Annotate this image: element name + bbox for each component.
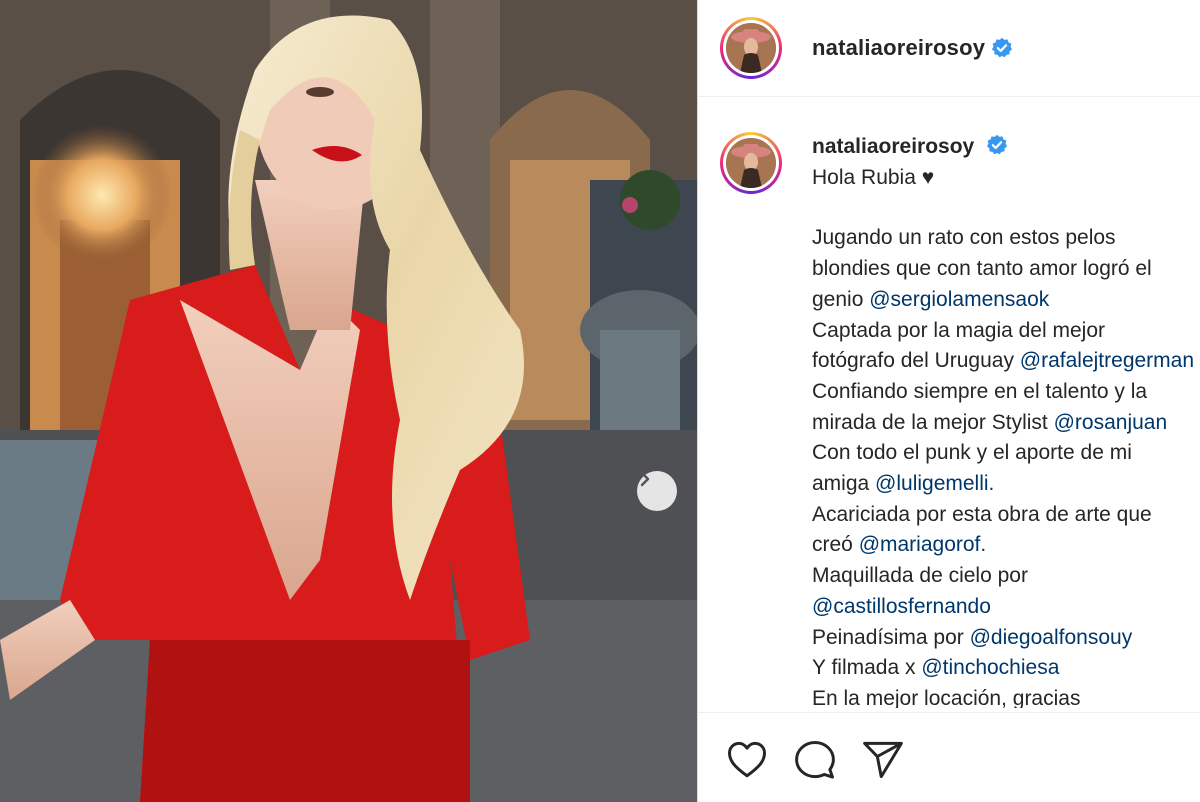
next-photo-button[interactable]: [637, 471, 677, 511]
avatar-image: [726, 23, 776, 73]
mention-link[interactable]: @luligemelli.: [875, 472, 994, 495]
comment-icon[interactable]: [794, 739, 836, 781]
caption-line: En la mejor locación, gracias: [812, 684, 1194, 708]
caption-line-text: Peinadísima por: [812, 625, 970, 649]
mention-link[interactable]: @rosanjuan: [1054, 411, 1168, 434]
username[interactable]: nataliaoreirosoy: [812, 35, 985, 61]
caption-username[interactable]: nataliaoreirosoy: [812, 135, 974, 158]
caption-line: Y filmada x @tinchochiesa: [812, 653, 1194, 684]
mention-link[interactable]: @tinchochiesa: [921, 656, 1059, 679]
verified-badge-icon: [992, 37, 1013, 58]
caption-line-text: creó: [812, 533, 859, 557]
caption-line-text: fotógrafo del Uruguay: [812, 349, 1020, 373]
caption-line-text: blondies que con tanto amor logró el: [812, 257, 1152, 281]
heart-icon[interactable]: [726, 739, 768, 781]
share-icon[interactable]: [862, 739, 904, 781]
caption-line-text: genio: [812, 287, 870, 311]
caption-line-text: Captada por la magia del mejor: [812, 318, 1105, 342]
caption-line-text: Con todo el punk y el aporte de mi: [812, 441, 1132, 465]
caption-line: creó @mariagorof.: [812, 530, 1194, 561]
caption-line-text: amiga: [812, 472, 876, 496]
caption-lines: Jugando un rato con estos pelos blondies …: [812, 223, 1194, 708]
caption-line-text: Y filmada x: [812, 656, 922, 680]
caption-line: amiga @luligemelli.: [812, 469, 1194, 500]
caption-line: Maquillada de cielo por: [812, 561, 1194, 592]
caption-greeting: Hola Rubia ♥: [812, 165, 935, 189]
mention-link[interactable]: @mariagorof.: [859, 533, 987, 556]
avatar[interactable]: [720, 17, 782, 79]
post-photo[interactable]: [0, 0, 697, 802]
mention-link[interactable]: @diegoalfonsouy: [970, 626, 1133, 649]
caption-line: blondies que con tanto amor logró el: [812, 254, 1194, 285]
caption-avatar[interactable]: [720, 132, 782, 194]
caption-line-text: Confiando siempre en el talento y la: [812, 379, 1148, 403]
mention-link[interactable]: @rafalejtregerman: [1020, 349, 1194, 372]
mention-link[interactable]: @sergiolamensaok: [869, 288, 1049, 311]
caption-line-text: Maquillada de cielo por: [812, 564, 1028, 588]
caption-line: Jugando un rato con estos pelos: [812, 223, 1194, 254]
mention-link[interactable]: @castillosfernando: [812, 595, 991, 618]
caption-avatar-image: [726, 138, 776, 188]
caption-line-text: Acariciada por esta obra de arte que: [812, 502, 1152, 526]
caption-line: mirada de la mejor Stylist @rosanjuan: [812, 408, 1194, 439]
post-header: nataliaoreirosoy: [698, 0, 1200, 97]
caption-line: Captada por la magia del mejor: [812, 316, 1194, 347]
caption-line: Peinadísima por @diegoalfonsouy: [812, 623, 1194, 654]
caption-line: Acariciada por esta obra de arte que: [812, 500, 1194, 531]
post-side-panel: nataliaoreirosoy nataliaoreirosoy Hola R…: [697, 0, 1200, 802]
caption-line-text: Jugando un rato con estos pelos: [812, 226, 1116, 250]
caption-text: nataliaoreirosoy Hola Rubia ♥ Jugando un…: [812, 132, 1194, 708]
caption-verified-badge-icon: [986, 134, 1008, 155]
caption-line-text: En la mejor locación, gracias: [812, 686, 1081, 708]
caption-line: @castillosfernando: [812, 592, 1194, 623]
caption-area: nataliaoreirosoy Hola Rubia ♥ Jugando un…: [698, 96, 1200, 708]
post-actions: [698, 712, 1200, 802]
caption-line: Confiando siempre en el talento y la: [812, 377, 1194, 408]
caption-line: fotógrafo del Uruguay @rafalejtregerman: [812, 346, 1194, 377]
caption-line-text: mirada de la mejor Stylist: [812, 410, 1054, 434]
photo-illustration: [0, 0, 697, 802]
caption-line: genio @sergiolamensaok: [812, 285, 1194, 316]
caption-line: Con todo el punk y el aporte de mi: [812, 438, 1194, 469]
chevron-right-icon: [640, 471, 650, 487]
